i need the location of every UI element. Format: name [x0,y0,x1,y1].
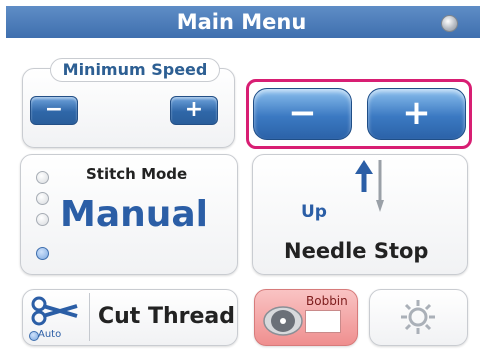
gear-icon [401,300,435,334]
needle-stop-label: Needle Stop [284,239,429,263]
minimum-speed-label: Minimum Speed [50,58,220,82]
plus-icon: + [402,93,431,133]
cut-thread-label: Cut Thread [98,304,236,329]
status-led-icon [441,15,458,32]
scissors-icon [31,296,78,326]
needle-icon [355,160,384,212]
plus-icon: + [184,97,204,122]
bobbin-icon [263,306,303,336]
minus-icon: − [288,93,317,133]
needle-direction: Up [301,202,327,222]
stitch-mode-title: Stitch Mode [86,165,188,183]
speed-decrease-button[interactable]: − [253,88,352,140]
stitch-mode-value: Manual [60,194,209,235]
stitch-mode-option-2[interactable] [36,192,49,205]
min-speed-decrease-button[interactable]: − [30,96,78,125]
bobbin-count-box [305,310,341,333]
auto-label: Auto [38,329,62,340]
cut-thread-divider [89,293,90,341]
bobbin-label: Bobbin [306,294,348,308]
min-speed-increase-button[interactable]: + [170,96,218,125]
stitch-mode-option-3[interactable] [36,213,49,226]
page-title: Main Menu [176,10,307,34]
minus-icon: − [44,97,64,122]
stitch-mode-option-4[interactable] [36,247,49,260]
title-bar: Main Menu [0,0,483,42]
stitch-mode-option-1[interactable] [36,171,49,184]
speed-increase-button[interactable]: + [367,88,466,140]
